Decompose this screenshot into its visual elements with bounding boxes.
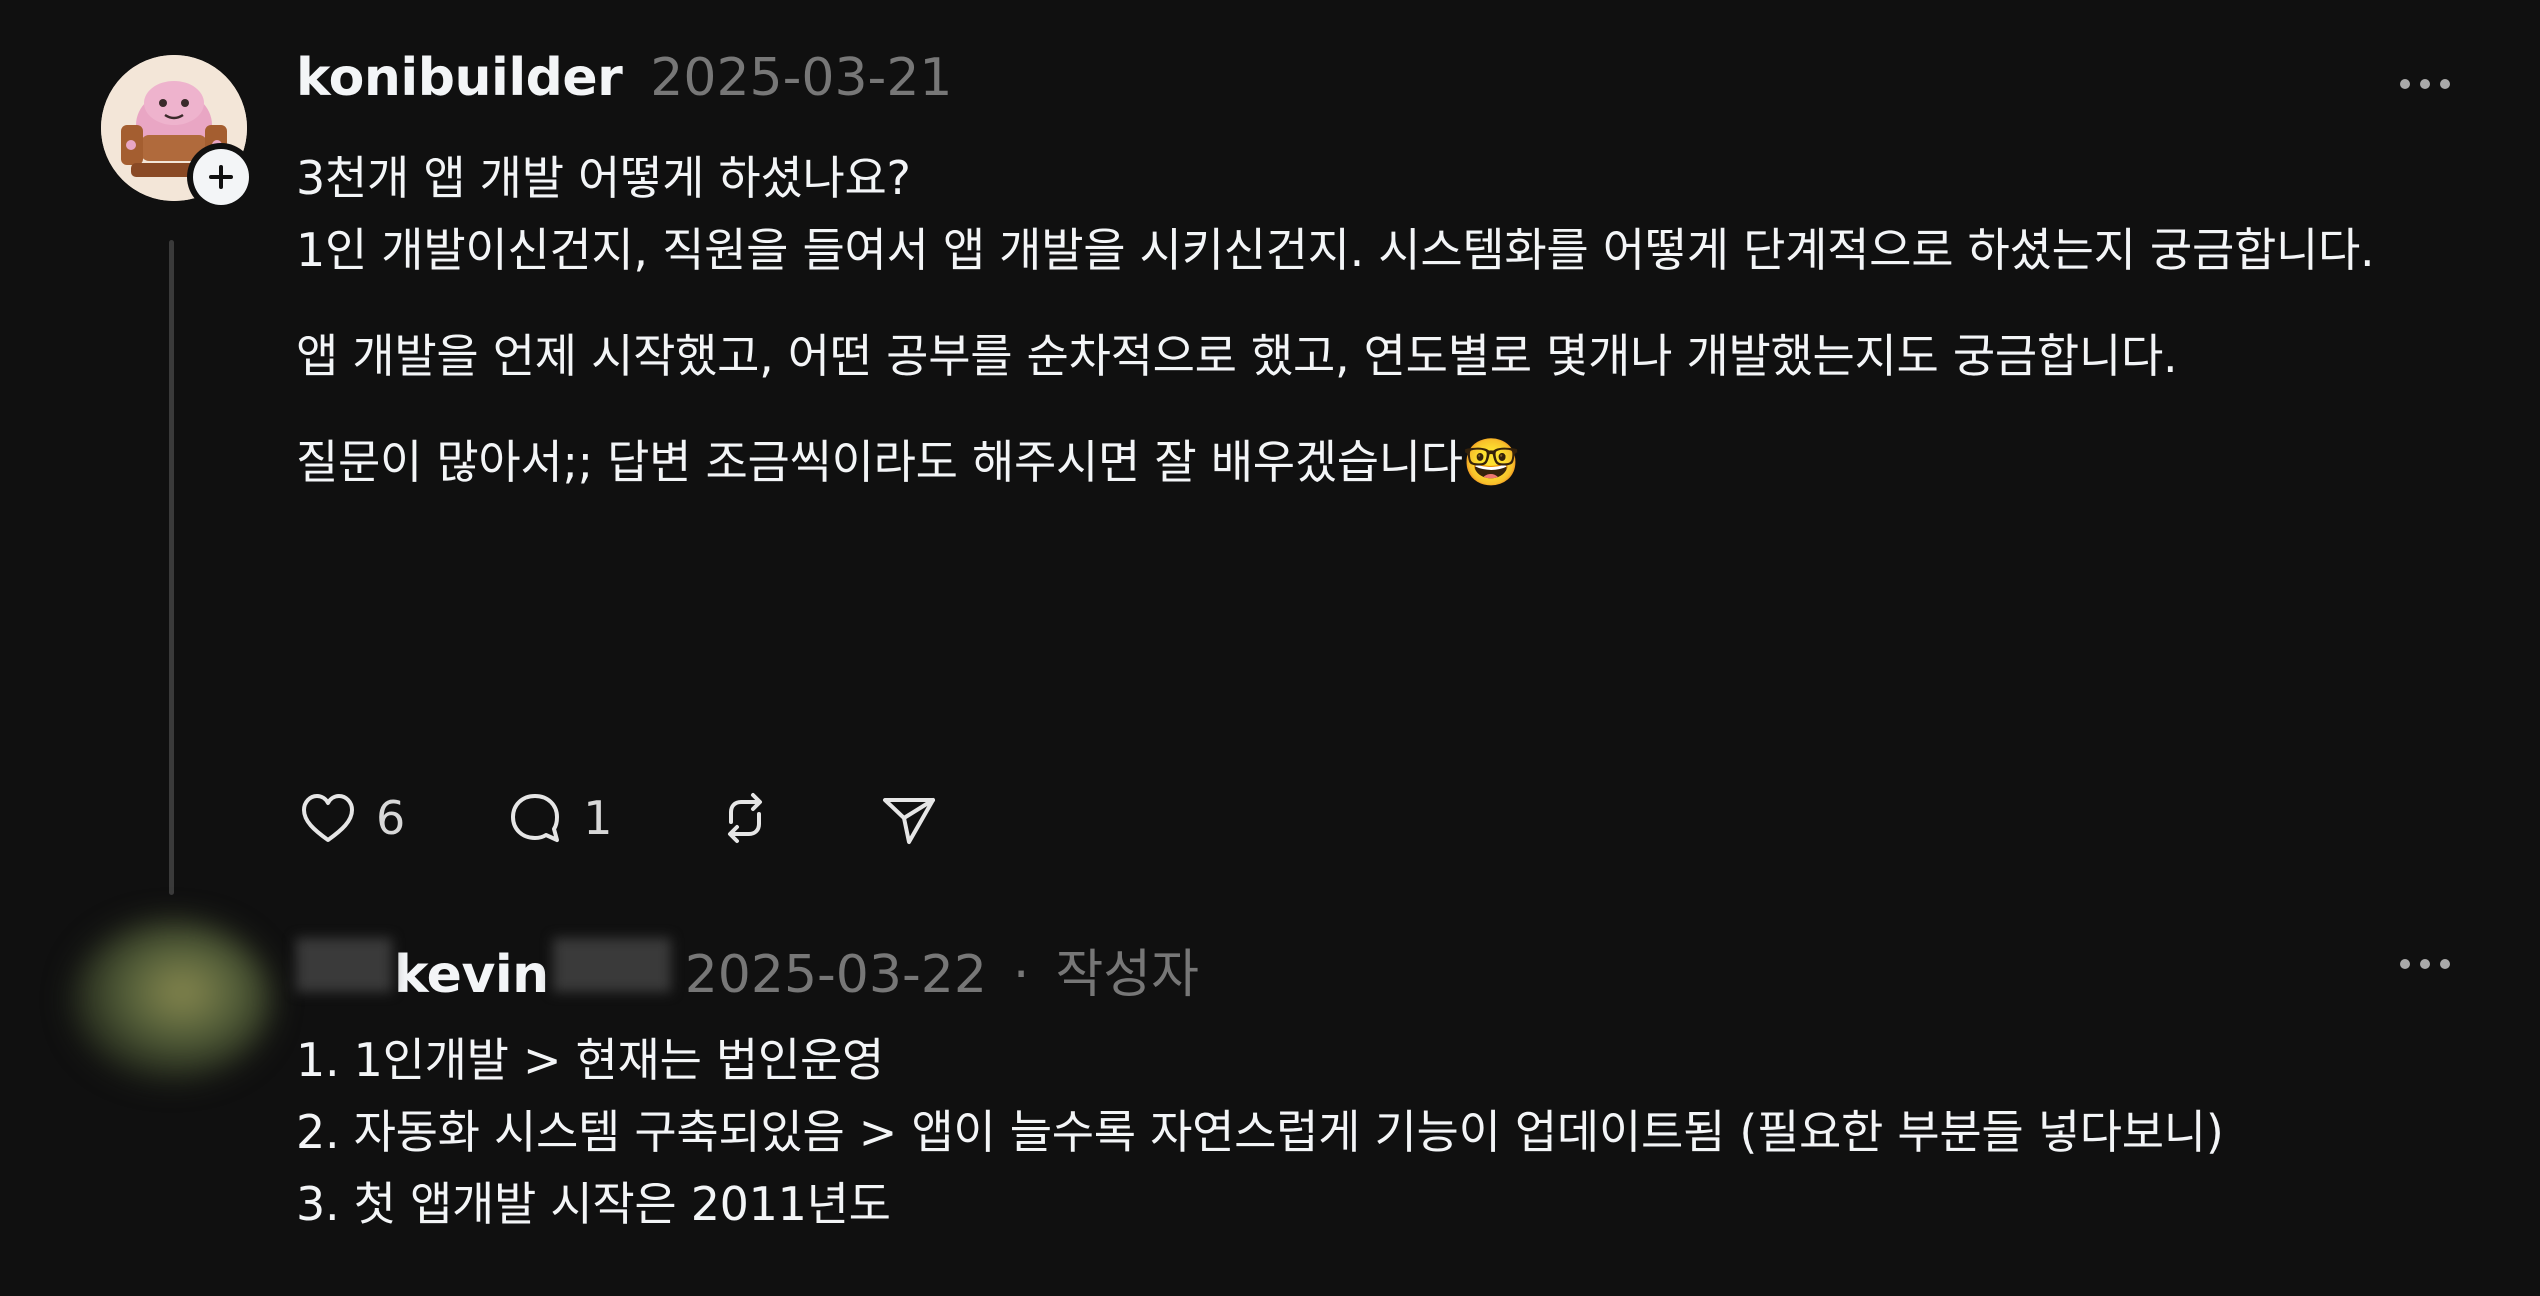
post-actions: 6 1 [292,782,945,854]
username[interactable]: konibuilder [296,48,623,108]
reply-line: 1. 1인개발 > 현재는 법인운영 [296,1033,884,1087]
more-horizontal-icon [2400,79,2450,89]
plus-icon [209,165,233,189]
more-horizontal-icon [2400,959,2450,969]
post-date[interactable]: 2025-03-21 [650,48,952,108]
reply-body: 1. 1인개발 > 현재는 법인운영 2. 자동화 시스템 구축되있음 > 앱이… [296,1024,2476,1240]
redacted-name-part [296,938,392,992]
post-paragraph: 3천개 앱 개발 어떻게 하셨나요? 1인 개발이신건지, 직원을 들여서 앱 … [296,151,2375,277]
follow-button-inner [193,149,249,205]
like-button[interactable]: 6 [292,782,405,854]
reply-username[interactable]: kevin [394,945,549,1005]
thread-line [169,240,174,895]
repost-button[interactable] [709,782,781,854]
reply-date[interactable]: 2025-03-22 [685,945,987,1005]
post-header: konibuilder 2025-03-21 [296,48,952,108]
reply-count: 1 [583,791,613,845]
separator-dot: · [1012,945,1030,1005]
reply-button[interactable]: 1 [499,782,613,854]
repost-icon [727,793,762,843]
redacted-name-part [552,938,671,992]
post-paragraph: 질문이 많아서;; 답변 조금씩이라도 해주시면 잘 배우겠습니다🤓 [296,435,1520,489]
more-options-button[interactable] [2390,64,2460,104]
reply-line: 3. 첫 앱개발 시작은 2011년도 [296,1177,891,1231]
send-icon [882,798,935,844]
post-body: 3천개 앱 개발 어떻게 하셨나요? 1인 개발이신건지, 직원을 들여서 앱 … [296,142,2476,498]
post-paragraph: 앱 개발을 언제 시작했고, 어떤 공부를 순차적으로 했고, 연도별로 몇개나… [296,329,2178,383]
follow-button[interactable] [187,143,255,211]
heart-icon [302,794,354,842]
reply-line: 2. 자동화 시스템 구축되있음 > 앱이 늘수록 자연스럽게 기능이 업데이트… [296,1105,2224,1159]
reply-header: kevin 2025-03-22 · 작성자 [296,932,1199,1007]
like-count: 6 [376,791,406,845]
reply-more-options-button[interactable] [2390,944,2460,984]
thread-page: konibuilder 2025-03-21 3천개 앱 개발 어떻게 하셨나요… [0,0,2540,1296]
comment-bubble-icon [511,794,560,842]
share-button[interactable] [873,782,945,854]
reply-avatar[interactable] [72,920,272,1080]
author-badge: 작성자 [1055,945,1199,1005]
